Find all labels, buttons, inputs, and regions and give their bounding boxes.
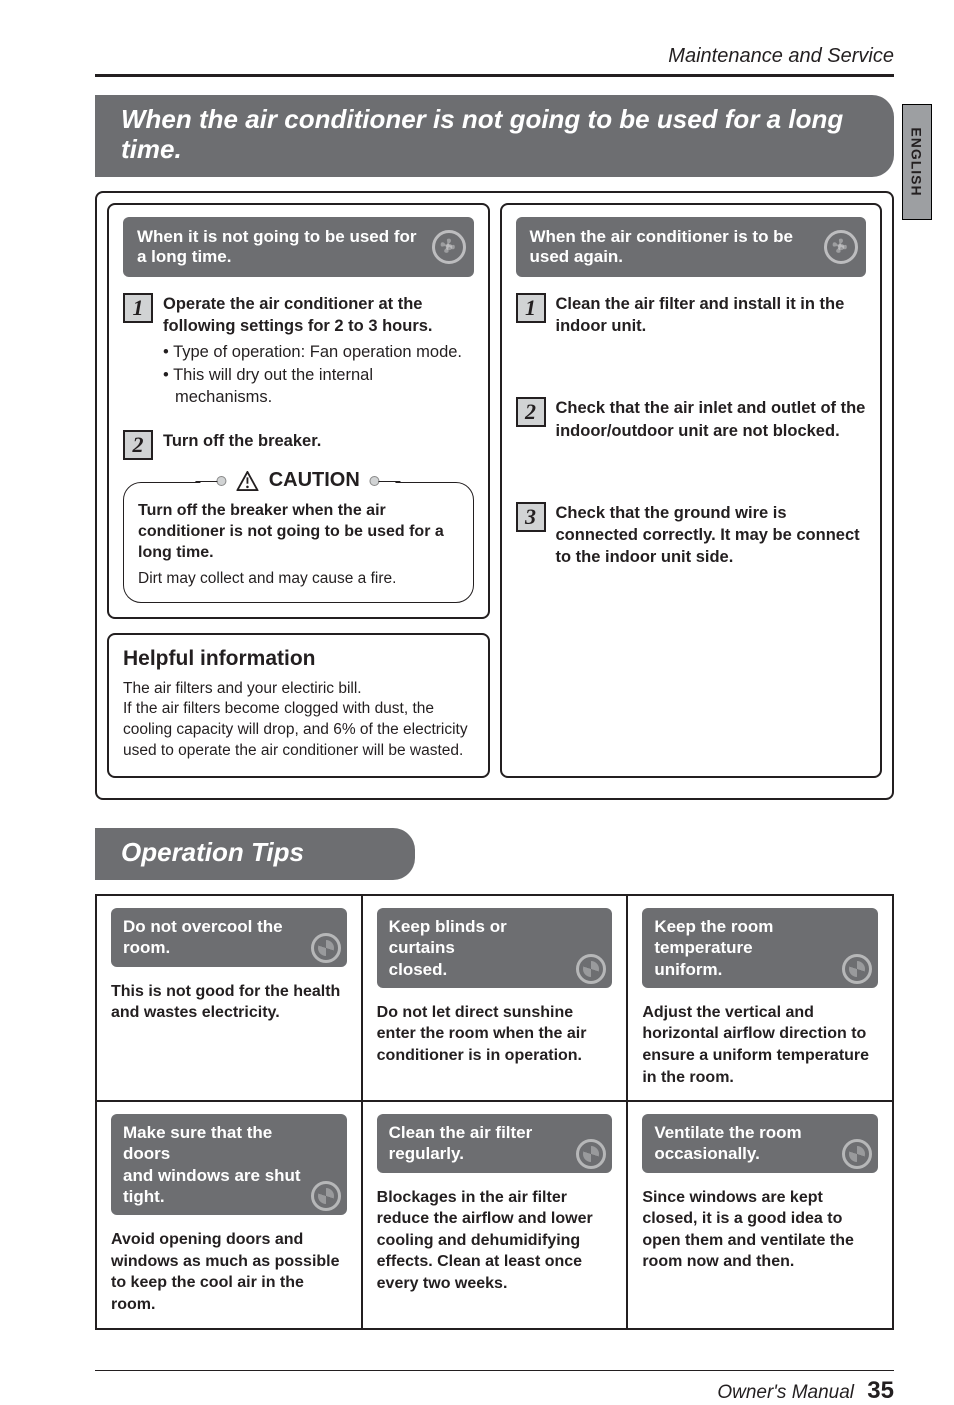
step-1-title: Operate the air conditioner at the follo… [163,293,474,338]
operation-tips-table: Do not overcool the room. This is not go… [95,894,894,1330]
tip-head-text: Ventilate the room occasionally. [654,1122,801,1165]
tip-head-text: Keep the room temperature uniform. [654,916,836,980]
used-again-heading-text: When the air conditioner is to be used a… [530,227,794,266]
step-number: 2 [123,430,153,460]
tip-head-text: Keep blinds or curtains closed. [389,916,571,980]
header-rule [95,74,894,77]
not-used-box: When it is not going to be used for a lo… [107,203,490,619]
fan-icon [824,230,858,264]
step-1-operate: 1 Operate the air conditioner at the fol… [123,293,474,408]
tip-head-text: Make sure that the doors and windows are… [123,1122,305,1207]
step-1-bullet-2: This will dry out the internal mechanism… [163,364,474,409]
fan-icon [432,230,466,264]
footer: Owner's Manual 35 [95,1377,894,1405]
r-step-3-title: Check that the ground wire is connected … [556,502,867,569]
step-number: 3 [516,502,546,532]
tip-body-filter: Blockages in the air filter reduce the a… [377,1187,613,1295]
ornament-dot [217,476,227,486]
step-2-title: Turn off the breaker. [163,430,321,452]
tip-body-uniform: Adjust the vertical and horizontal airfl… [642,1002,878,1088]
caution-label: CAUTION [201,469,396,492]
helpful-body: The air filters and your electiric bill.… [123,679,474,763]
step-number: 2 [516,397,546,427]
footer-rule [95,1370,894,1372]
tip-head-blinds: Keep blinds or curtains closed. [377,908,613,988]
caution-box: CAUTION Turn off the breaker when the ai… [123,482,474,602]
tip-head-text: Clean the air filter regularly. [389,1122,571,1165]
language-tab-label: ENGLISH [909,127,925,196]
caution-bold: Turn off the breaker when the air condit… [138,501,459,563]
helpful-info-box: Helpful information The air filters and … [107,633,490,779]
tip-body-overcool: This is not good for the health and wast… [111,981,347,1024]
long-time-box: When it is not going to be used for a lo… [95,191,894,800]
used-again-heading: When the air conditioner is to be used a… [516,217,867,277]
tip-head-uniform: Keep the room temperature uniform. [642,908,878,988]
r-step-2-title: Check that the air inlet and outlet of t… [556,397,867,442]
tip-head-filter: Clean the air filter regularly. [377,1114,613,1173]
r-step-3: 3 Check that the ground wire is connecte… [516,502,867,569]
not-used-heading: When it is not going to be used for a lo… [123,217,474,277]
r-step-2: 2 Check that the air inlet and outlet of… [516,397,867,442]
step-number: 1 [123,293,153,323]
tip-body-doors: Avoid opening doors and windows as much … [111,1229,347,1315]
r-step-1: 1 Clean the air filter and install it in… [516,293,867,338]
step-number: 1 [516,293,546,323]
fan-icon [311,1181,341,1211]
caution-word: CAUTION [269,469,360,492]
section-header: Maintenance and Service [95,45,894,68]
fan-icon [576,954,606,984]
fan-icon [576,1139,606,1169]
fan-icon [311,933,341,963]
used-again-box: When the air conditioner is to be used a… [500,203,883,778]
tip-body-ventilate: Since windows are kept closed, it is a g… [642,1187,878,1273]
r-step-1-title: Clean the air filter and install it in t… [556,293,867,338]
step-2-breaker: 2 Turn off the breaker. [123,430,474,460]
tip-head-text: Do not overcool the room. [123,916,305,959]
tip-head-overcool: Do not overcool the room. [111,908,347,967]
tip-head-ventilate: Ventilate the room occasionally. [642,1114,878,1173]
footer-page-number: 35 [867,1377,894,1404]
caution-note: Dirt may collect and may cause a fire. [138,570,459,588]
tip-body-blinds: Do not let direct sunshine enter the roo… [377,1002,613,1067]
ornament-dot [370,476,380,486]
fan-icon [842,1139,872,1169]
tip-head-doors: Make sure that the doors and windows are… [111,1114,347,1215]
section-title-operation-tips: Operation Tips [95,828,415,880]
fan-icon [842,954,872,984]
not-used-heading-text: When it is not going to be used for a lo… [137,227,417,266]
language-tab: ENGLISH [902,104,932,220]
warning-triangle-icon [237,471,259,491]
helpful-heading: Helpful information [123,647,474,671]
section-title-long-time: When the air conditioner is not going to… [95,95,894,177]
step-1-bullet-1: Type of operation: Fan operation mode. [163,341,474,363]
